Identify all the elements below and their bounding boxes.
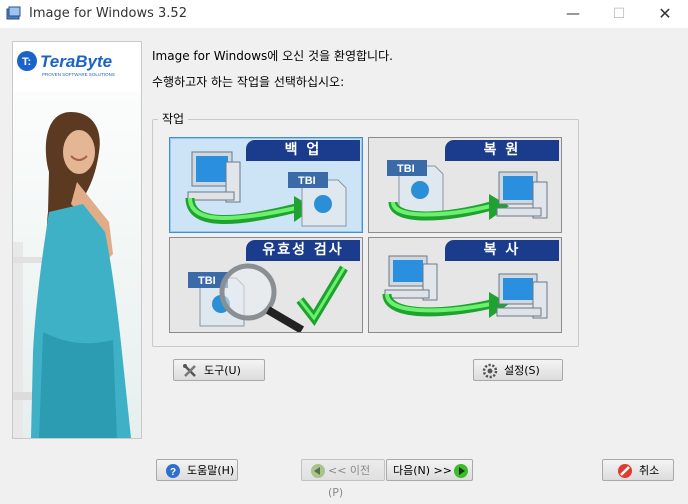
help-label: 도움말(H) [187, 464, 235, 477]
next-button[interactable]: 다음(N) >> [386, 459, 473, 481]
app-icon [6, 6, 22, 22]
help-icon: ? [165, 463, 181, 487]
task-validate[interactable]: TBI 유효성 검사 [169, 237, 363, 333]
settings-button[interactable]: 설정(S) [473, 359, 563, 381]
svg-text:TBI: TBI [198, 275, 216, 287]
svg-text:PROVEN SOFTWARE SOLUTIONS: PROVEN SOFTWARE SOLUTIONS [42, 72, 115, 77]
task-validate-label: 유효성 검사 [246, 240, 360, 261]
back-button[interactable]: << 이전(P) [301, 459, 385, 499]
tools-icon [182, 363, 198, 387]
svg-text:TBI: TBI [298, 175, 316, 187]
cancel-label: 취소 [639, 464, 660, 477]
welcome-text: Image for Windows에 오신 것을 환영합니다. [152, 49, 393, 63]
next-label: 다음(N) >> [393, 464, 452, 477]
task-copy[interactable]: 복 사 [368, 237, 562, 333]
woman-photo [13, 92, 141, 438]
back-arrow-icon [310, 463, 326, 487]
maximize-button[interactable]: ☐ [596, 0, 642, 28]
tools-label: 도구(U) [204, 364, 241, 377]
window-title: Image for Windows 3.52 [29, 6, 187, 21]
back-label: << 이전(P) [328, 464, 371, 499]
title-bar: Image for Windows 3.52 — ☐ ✕ [0, 0, 688, 28]
help-button[interactable]: ? 도움말(H) [156, 459, 238, 481]
next-arrow-icon [453, 463, 469, 487]
svg-text:TBI: TBI [397, 163, 415, 175]
task-backup[interactable]: TBI 백 업 [169, 137, 363, 233]
side-image-panel: T: TeraByte PROVEN SOFTWARE SOLUTIONS [12, 41, 142, 439]
svg-text:?: ? [170, 467, 176, 478]
close-button[interactable]: ✕ [642, 0, 688, 28]
task-copy-label: 복 사 [445, 240, 559, 261]
minimize-button[interactable]: — [550, 0, 596, 28]
task-restore-label: 복 원 [445, 140, 559, 161]
tools-button[interactable]: 도구(U) [173, 359, 265, 381]
svg-text:T:: T: [22, 56, 31, 68]
task-group-label: 작업 [158, 110, 189, 127]
terabyte-logo: T: TeraByte PROVEN SOFTWARE SOLUTIONS [15, 47, 139, 84]
instruction-text: 수행하고자 하는 작업을 선택하십시오: [152, 75, 345, 89]
gear-icon [482, 363, 498, 387]
task-backup-label: 백 업 [246, 140, 360, 161]
task-restore[interactable]: TBI 복 원 [368, 137, 562, 233]
svg-text:TeraByte: TeraByte [40, 52, 112, 71]
cancel-icon [617, 463, 633, 487]
settings-label: 설정(S) [504, 364, 540, 377]
cancel-button[interactable]: 취소 [602, 459, 674, 481]
